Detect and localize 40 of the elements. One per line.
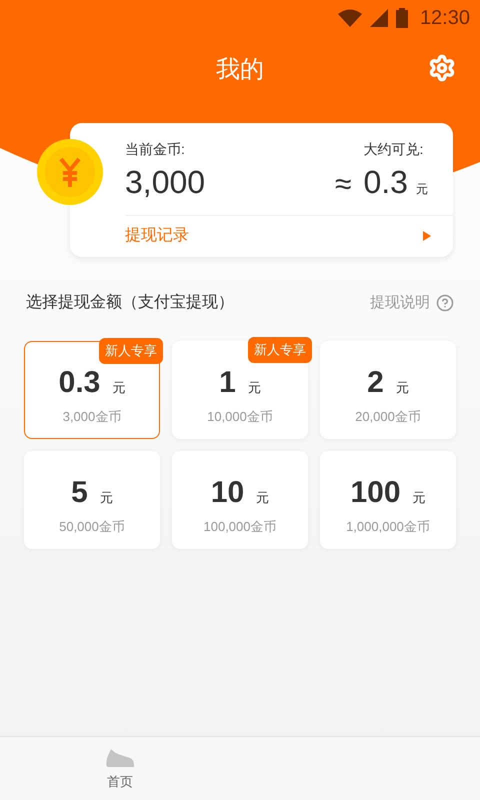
amount-option[interactable]: 2 元 20,000金币 [320, 341, 456, 439]
value-amount: 0.3 [363, 163, 408, 202]
coins-cost: 20,000金币 [355, 408, 421, 426]
amount-option[interactable]: 100 元 1,000,000金币 [320, 451, 456, 549]
value-label: 大约可兑: [363, 140, 424, 159]
status-time: 12:30 [420, 6, 470, 31]
settings-button[interactable] [428, 54, 456, 82]
section-title: 选择提现金额（支付宝提现） [26, 292, 234, 313]
amount-value: 100 [350, 474, 401, 511]
coins-cost: 50,000金币 [59, 518, 125, 536]
coins-cost: 1,000,000金币 [346, 518, 430, 536]
amount-unit: 元 [100, 488, 113, 507]
approx-sign: ≈ [335, 167, 352, 203]
signal-icon [370, 9, 388, 27]
help-icon [436, 294, 454, 312]
coins-cost: 3,000金币 [62, 408, 122, 426]
amount-value: 1 [219, 364, 236, 401]
coins-label: 当前金币: [125, 140, 186, 159]
wifi-icon [338, 9, 362, 27]
amount-unit: 元 [112, 378, 126, 397]
coins-cost: 10,000金币 [207, 408, 273, 426]
amount-option[interactable]: 5 元 50,000金币 [24, 451, 160, 549]
amount-value: 10 [210, 474, 244, 511]
triangle-right-icon [423, 231, 431, 241]
amount-option[interactable]: 新人专享 0.3 元 3,000金币 [24, 341, 160, 439]
page-title: 我的 [216, 55, 264, 85]
amount-unit: 元 [256, 488, 270, 507]
amount-unit: 元 [248, 378, 261, 397]
amount-unit: 元 [412, 488, 426, 507]
new-user-badge: 新人专享 [99, 338, 163, 364]
coins-amount: 3,000 [125, 163, 206, 202]
amount-option[interactable]: 10 元 100,000金币 [172, 451, 308, 549]
coins-cost: 100,000金币 [204, 518, 276, 536]
amount-value: 2 [367, 364, 384, 401]
amount-value: 0.3 [58, 364, 100, 401]
battery-icon [396, 8, 408, 28]
value-unit: 元 [416, 181, 428, 198]
amount-value: 5 [71, 474, 88, 511]
new-user-badge: 新人专享 [248, 337, 312, 362]
amount-unit: 元 [396, 378, 409, 397]
